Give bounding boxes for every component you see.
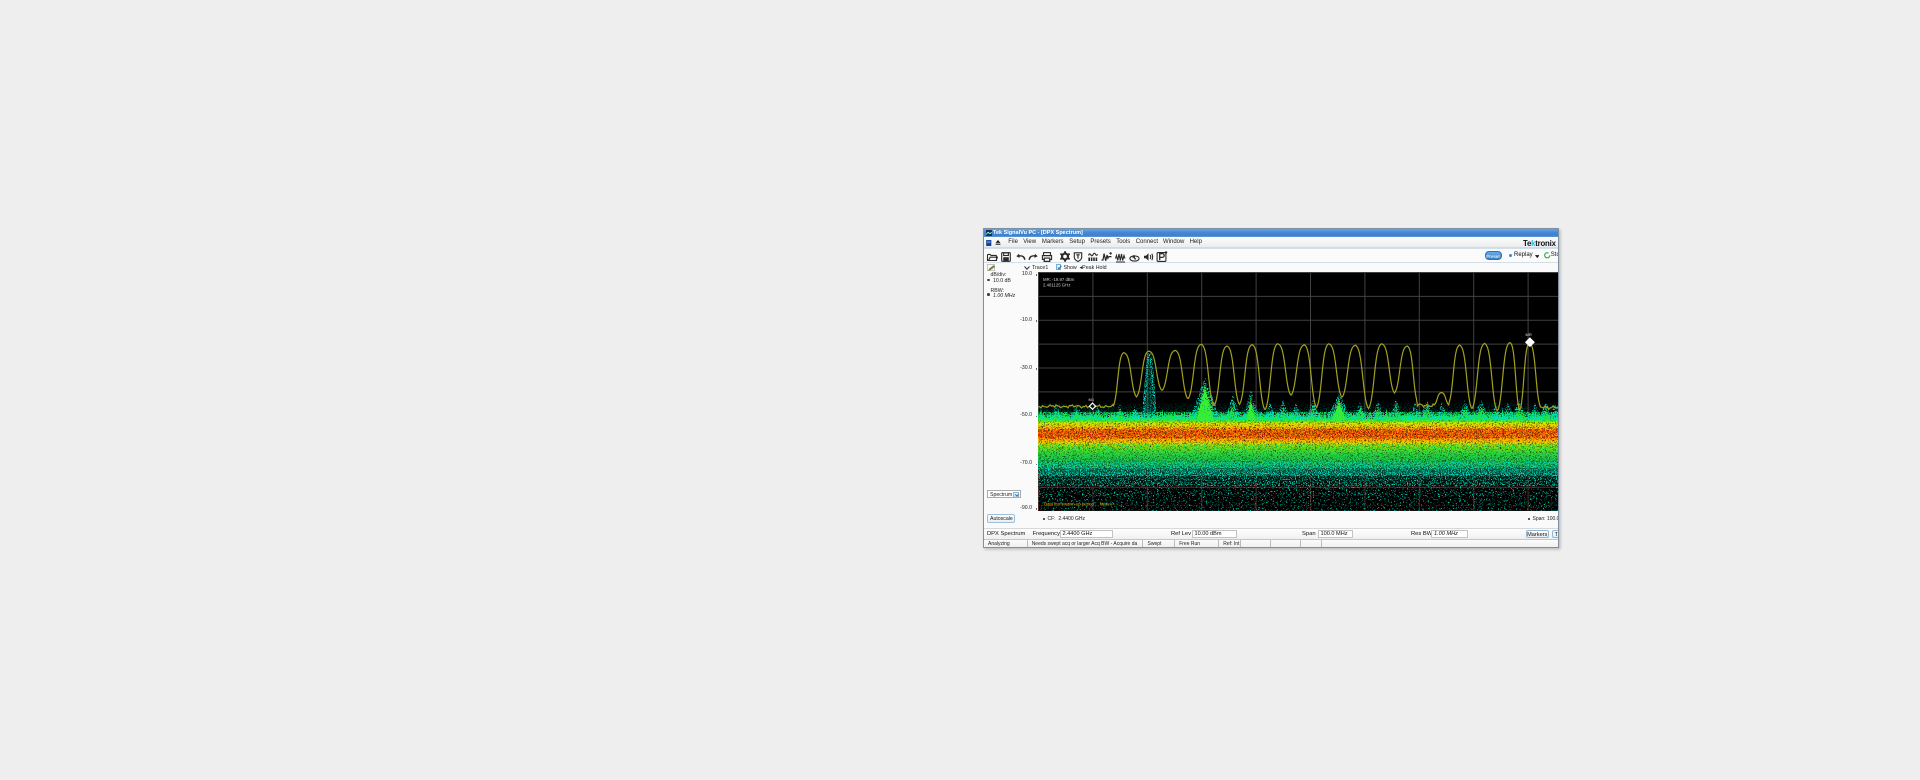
svg-text:M1: M1	[1088, 397, 1094, 402]
svg-text:MR: MR	[1525, 332, 1531, 337]
svg-text:2.481125 GHz: 2.481125 GHz	[1043, 282, 1070, 287]
svg-text:MR: -19.97 dBm: MR: -19.97 dBm	[1043, 277, 1075, 282]
svg-text:Data from warm-up period ... M: Data from warm-up period ... More>>	[1044, 501, 1115, 506]
